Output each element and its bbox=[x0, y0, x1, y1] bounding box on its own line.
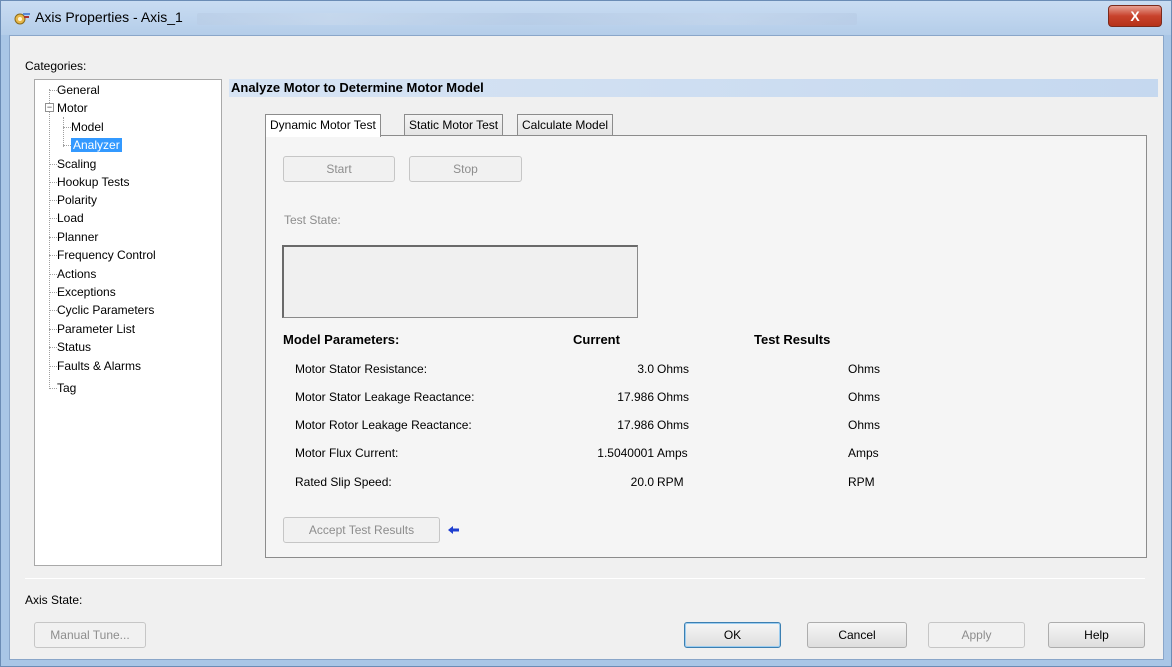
stop-button[interactable]: Stop bbox=[409, 156, 522, 182]
axis-properties-window: Axis Properties - Axis_1 X Categories: −… bbox=[0, 0, 1172, 667]
row-rotor-leakage-unit: Ohms bbox=[657, 418, 690, 432]
row-flux-current-result-unit: Amps bbox=[848, 446, 879, 460]
tree-item-label: Scaling bbox=[57, 157, 97, 171]
model-parameters-header: Model Parameters: bbox=[283, 332, 400, 347]
tree-item-model[interactable]: Model bbox=[63, 118, 104, 136]
tree-item-scaling[interactable]: Scaling bbox=[49, 155, 96, 173]
tree-item-load[interactable]: Load bbox=[49, 209, 84, 227]
tree-connector bbox=[49, 90, 57, 91]
row-slip-speed-result-unit: RPM bbox=[848, 475, 875, 489]
tree-connector bbox=[49, 329, 57, 330]
apply-button[interactable]: Apply bbox=[928, 622, 1025, 648]
tree-item-status[interactable]: Status bbox=[49, 338, 91, 356]
tree-connector bbox=[49, 182, 57, 183]
tree-item-planner[interactable]: Planner bbox=[49, 228, 98, 246]
row-stator-resistance-unit: Ohms bbox=[657, 362, 690, 376]
tree-item-parameter-list[interactable]: Parameter List bbox=[49, 320, 135, 338]
start-button[interactable]: Start bbox=[283, 156, 395, 182]
manual-tune-button[interactable]: Manual Tune... bbox=[34, 622, 146, 648]
tree-connector bbox=[63, 145, 71, 146]
tree-item-label: Exceptions bbox=[57, 285, 116, 299]
tree-connector bbox=[49, 310, 57, 311]
tree-connector bbox=[49, 255, 57, 256]
row-stator-leakage-label: Motor Stator Leakage Reactance: bbox=[295, 390, 475, 404]
tab-dynamic-motor-test[interactable]: Dynamic Motor Test bbox=[265, 114, 381, 137]
tree-item-label: Planner bbox=[57, 230, 99, 244]
row-rotor-leakage-label: Motor Rotor Leakage Reactance: bbox=[295, 418, 472, 432]
footer-divider bbox=[25, 578, 1145, 579]
tree-item-faults-alarms[interactable]: Faults & Alarms bbox=[49, 357, 141, 375]
tree-item-label: Load bbox=[57, 211, 84, 225]
row-flux-current-unit: Amps bbox=[657, 446, 688, 460]
tree-item-polarity[interactable]: Polarity bbox=[49, 191, 97, 209]
tree-connector bbox=[49, 388, 57, 389]
row-slip-speed-current: 20.0 bbox=[630, 475, 654, 489]
tree-item-label: Parameter List bbox=[57, 322, 136, 336]
test-results-header: Test Results bbox=[754, 332, 831, 347]
tree-item-hookup-tests[interactable]: Hookup Tests bbox=[49, 173, 130, 191]
collapse-icon[interactable]: − bbox=[45, 103, 54, 112]
help-button[interactable]: Help bbox=[1048, 622, 1145, 648]
tab-calculate-model[interactable]: Calculate Model bbox=[517, 114, 614, 136]
tree-item-motor[interactable]: Motor bbox=[57, 99, 88, 117]
tree-item-label: General bbox=[57, 83, 100, 97]
row-rotor-leakage-current: 17.986 bbox=[617, 418, 654, 432]
tree-item-label: Model bbox=[71, 120, 104, 134]
row-rotor-leakage-result-unit: Ohms bbox=[848, 418, 881, 432]
current-header: Current bbox=[573, 332, 620, 347]
tree-item-general[interactable]: General bbox=[49, 81, 100, 99]
tree-connector bbox=[49, 200, 57, 201]
tree-connector bbox=[49, 366, 57, 367]
axis-gear-icon bbox=[14, 13, 30, 25]
tree-connector bbox=[49, 164, 57, 165]
axis-state-label: Axis State: bbox=[25, 593, 83, 607]
arrow-left-icon bbox=[448, 526, 459, 534]
tree-item-label: Frequency Control bbox=[57, 248, 156, 262]
row-slip-speed-unit: RPM bbox=[657, 475, 684, 489]
row-slip-speed-label: Rated Slip Speed: bbox=[295, 475, 392, 489]
row-stator-leakage-current: 17.986 bbox=[617, 390, 654, 404]
test-state-box bbox=[282, 245, 638, 318]
tree-item-label: Motor bbox=[57, 101, 88, 115]
tree-item-label: Polarity bbox=[57, 193, 98, 207]
title-bar: Axis Properties - Axis_1 X bbox=[1, 1, 1171, 35]
tree-connector bbox=[49, 274, 57, 275]
section-title: Analyze Motor to Determine Motor Model bbox=[229, 79, 1158, 97]
row-stator-resistance-label: Motor Stator Resistance: bbox=[295, 362, 428, 376]
tree-item-actions[interactable]: Actions bbox=[49, 265, 96, 283]
cancel-button[interactable]: Cancel bbox=[807, 622, 907, 648]
tree-item-exceptions[interactable]: Exceptions bbox=[49, 283, 116, 301]
tree-item-label: Tag bbox=[57, 381, 77, 395]
tree-item-cyclic-parameters[interactable]: Cyclic Parameters bbox=[49, 301, 154, 319]
tree-connector bbox=[49, 292, 57, 293]
tree-item-analyzer[interactable]: Analyzer bbox=[63, 136, 122, 154]
row-flux-current-current: 1.5040001 bbox=[597, 446, 654, 460]
row-stator-leakage-result-unit: Ohms bbox=[848, 390, 881, 404]
categories-label: Categories: bbox=[25, 59, 87, 73]
tree-connector bbox=[63, 127, 71, 128]
accept-test-results-button[interactable]: Accept Test Results bbox=[283, 517, 440, 543]
tab-static-motor-test[interactable]: Static Motor Test bbox=[404, 114, 504, 136]
tree-item-label: Faults & Alarms bbox=[57, 359, 142, 373]
tree-item-label: Hookup Tests bbox=[57, 175, 130, 189]
row-flux-current-label: Motor Flux Current: bbox=[295, 446, 399, 460]
tree-item-frequency-control[interactable]: Frequency Control bbox=[49, 246, 156, 264]
tree-item-label: Analyzer bbox=[71, 138, 122, 152]
window-title: Axis Properties - Axis_1 bbox=[35, 9, 183, 25]
tree-connector bbox=[49, 347, 57, 348]
tree-item-label: Actions bbox=[57, 267, 97, 281]
tree-item-label: Status bbox=[57, 340, 92, 354]
tree-connector bbox=[49, 218, 57, 219]
tree-connector bbox=[49, 237, 57, 238]
tree-item-label: Cyclic Parameters bbox=[57, 303, 155, 317]
blurred-tab-strip bbox=[197, 13, 857, 25]
row-stator-resistance-current: 3.0 bbox=[637, 362, 654, 376]
ok-button[interactable]: OK bbox=[684, 622, 781, 648]
row-stator-resistance-result-unit: Ohms bbox=[848, 362, 881, 376]
tree-item-tag[interactable]: Tag bbox=[49, 379, 76, 397]
row-stator-leakage-unit: Ohms bbox=[657, 390, 690, 404]
test-state-label: Test State: bbox=[284, 213, 341, 227]
close-button[interactable]: X bbox=[1108, 5, 1162, 27]
